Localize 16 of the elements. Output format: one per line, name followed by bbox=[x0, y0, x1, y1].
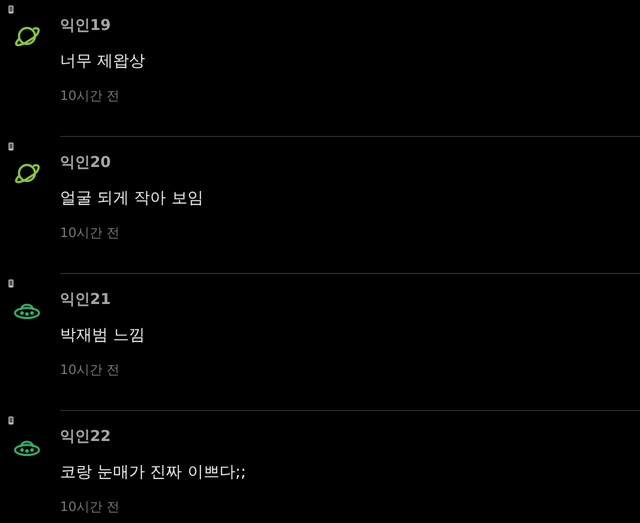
comment-text: 코랑 눈매가 진짜 이쁘다;; bbox=[60, 462, 246, 481]
timestamp: 10시간 전 bbox=[60, 226, 120, 241]
comment-text: 너무 제왑상 bbox=[60, 51, 146, 70]
author-name: 익인19 bbox=[60, 16, 111, 34]
author-name: 익인21 bbox=[60, 290, 111, 308]
phone-icon bbox=[8, 416, 14, 425]
timestamp: 10시간 전 bbox=[60, 500, 120, 515]
phone-icon bbox=[8, 5, 14, 14]
comment-text: 얼굴 되게 작아 보임 bbox=[60, 188, 204, 207]
comment-text: 박재범 느낌 bbox=[60, 325, 146, 344]
author-name: 익인20 bbox=[60, 153, 111, 171]
author-name: 익인22 bbox=[60, 427, 111, 445]
phone-icon bbox=[8, 279, 14, 288]
phone-icon bbox=[8, 142, 14, 151]
timestamp: 10시간 전 bbox=[60, 363, 120, 378]
timestamp: 10시간 전 bbox=[60, 89, 120, 104]
